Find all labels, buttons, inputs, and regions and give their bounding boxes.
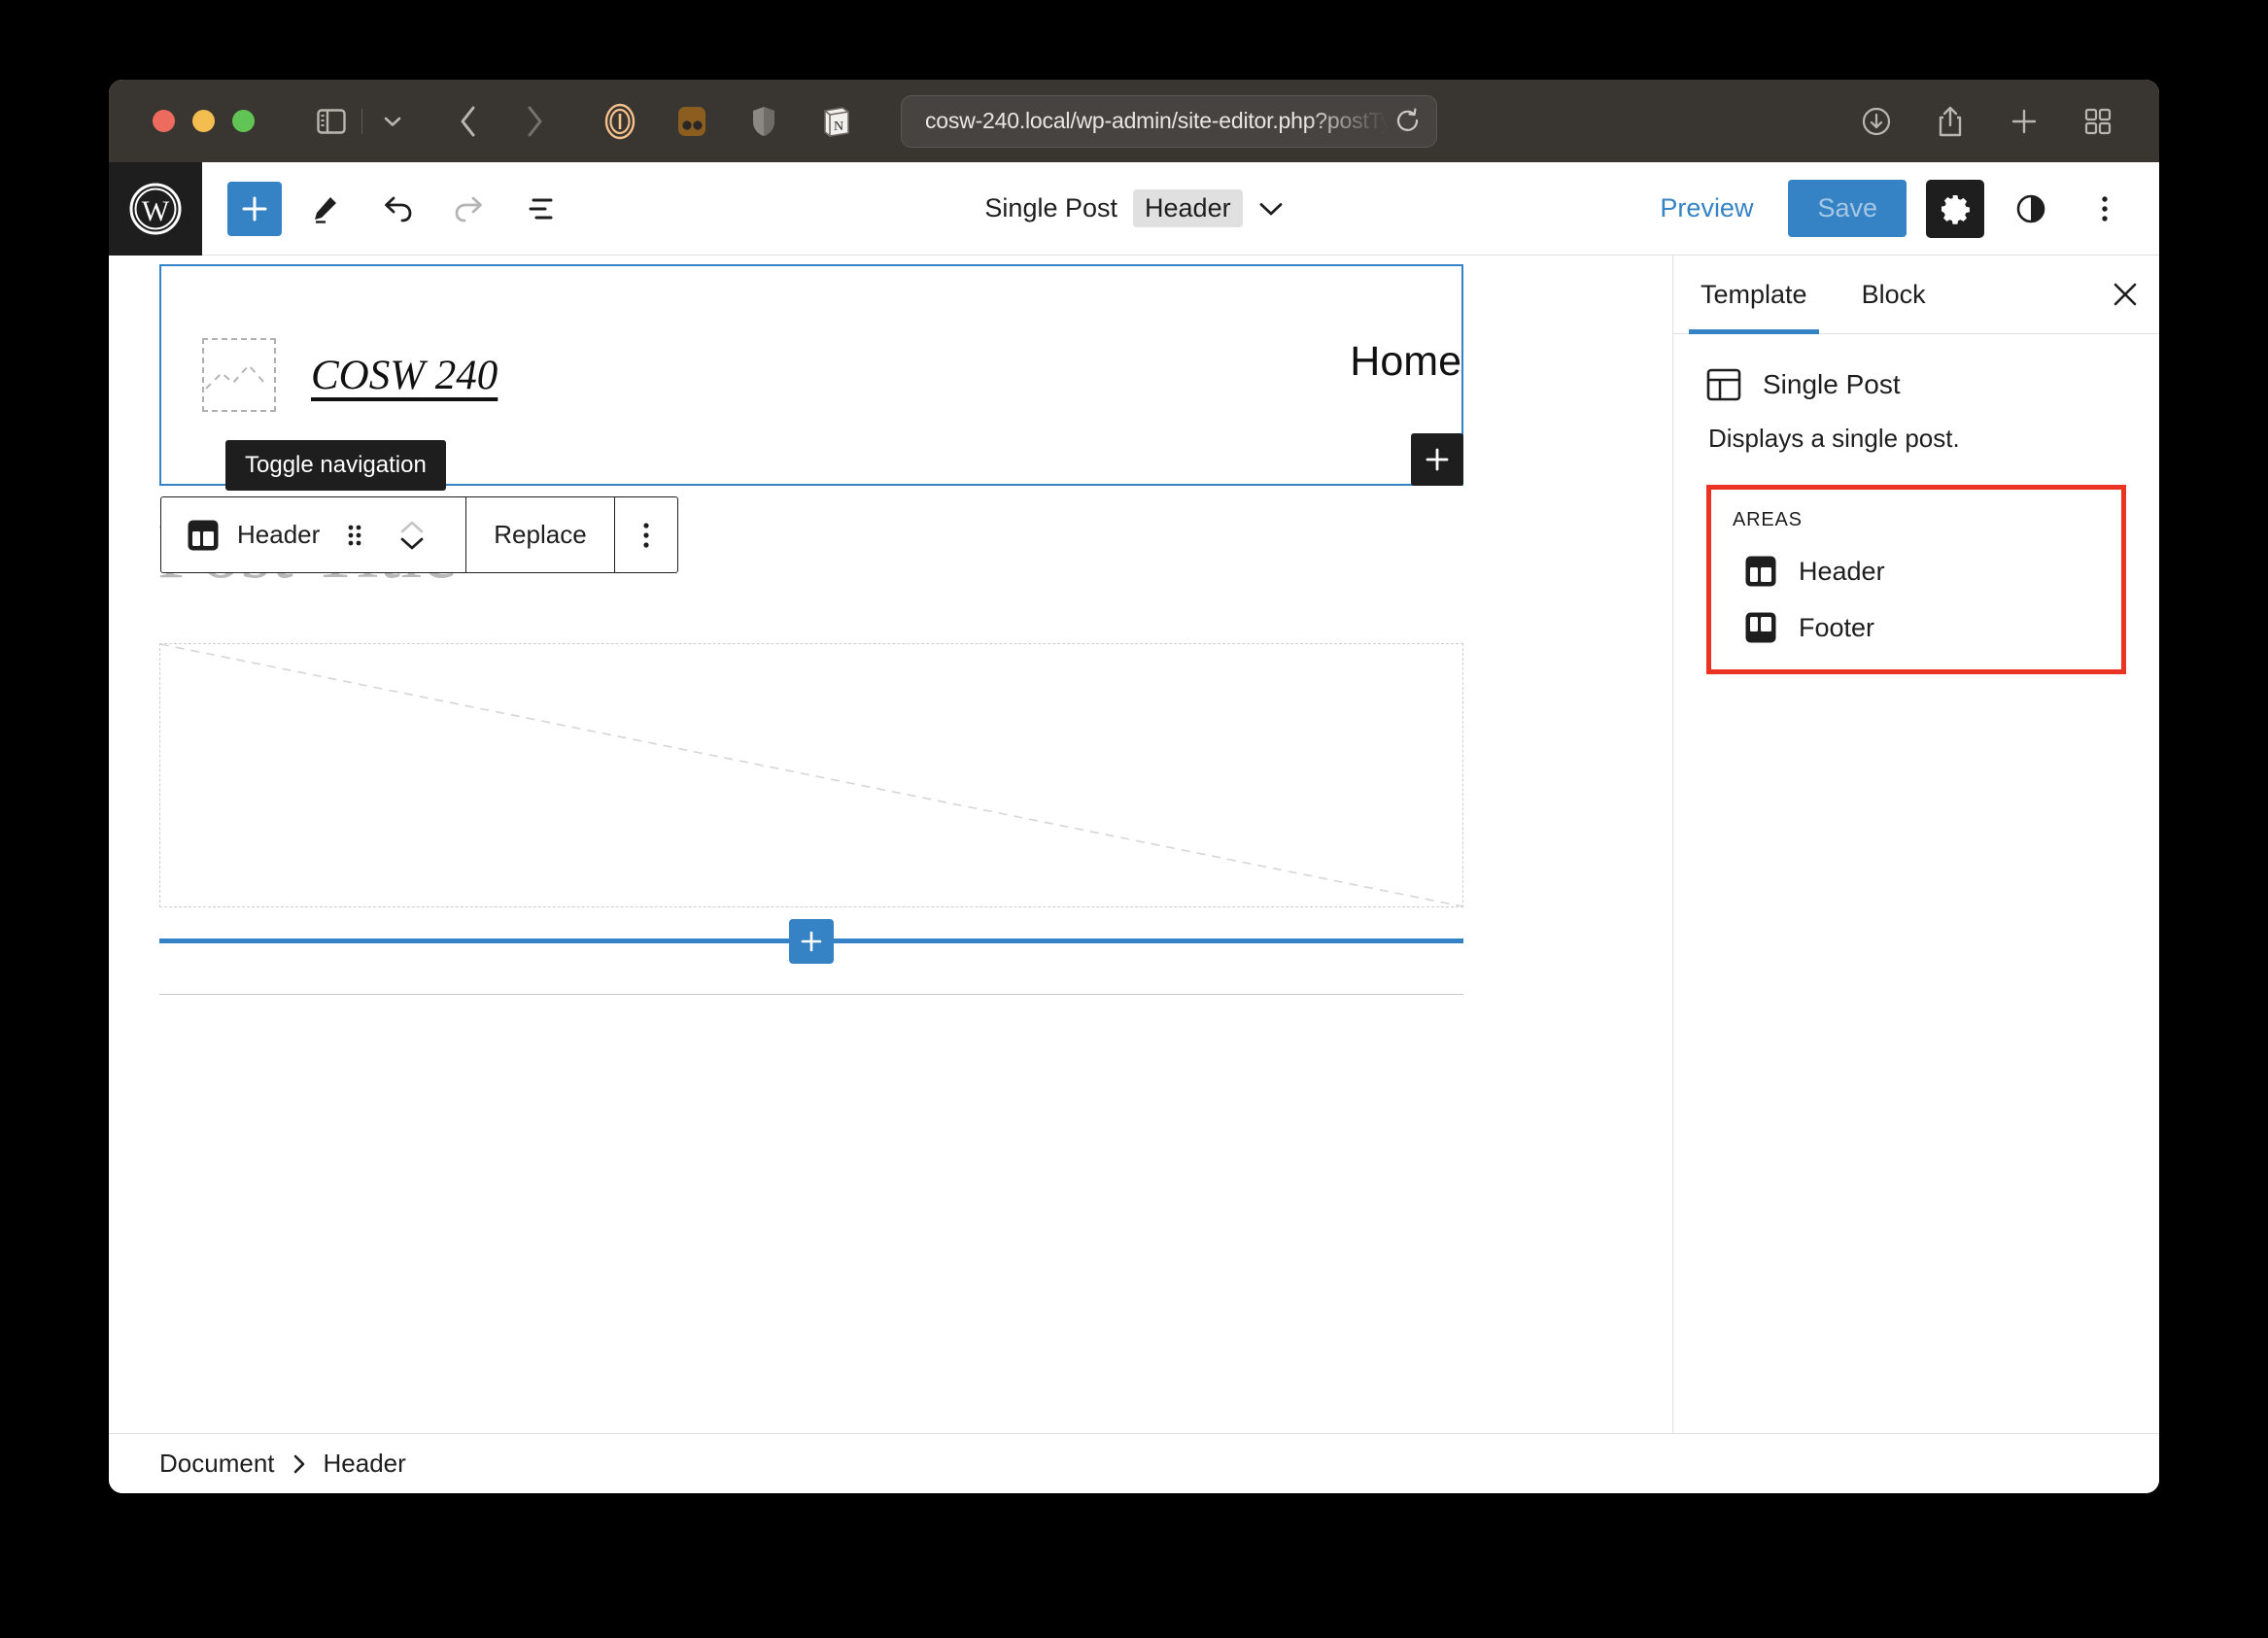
list-view-icon[interactable] xyxy=(511,179,571,239)
1password-icon[interactable] xyxy=(600,101,640,142)
editor-body: COSW 240 Home Post Title Header xyxy=(109,256,2159,1433)
zoom-window-button[interactable] xyxy=(232,110,255,132)
block-inserter-line[interactable] xyxy=(159,918,1463,964)
breadcrumb-item-header[interactable]: Header xyxy=(324,1449,406,1479)
area-item-footer[interactable]: Footer xyxy=(1733,611,2100,644)
editor-canvas[interactable]: COSW 240 Home Post Title Header xyxy=(109,256,1673,1433)
settings-sidebar: Template Block Single Post Displays a si… xyxy=(1673,256,2159,1433)
header-area-icon[interactable] xyxy=(187,519,220,552)
content-divider xyxy=(159,994,1463,995)
areas-heading: AREAS xyxy=(1733,509,1803,530)
contrast-icon[interactable] xyxy=(2004,182,2058,236)
pencil-icon[interactable] xyxy=(295,179,356,239)
tab-template[interactable]: Template xyxy=(1673,256,1835,334)
gear-icon[interactable] xyxy=(1926,179,1984,238)
tab-block[interactable]: Block xyxy=(1835,256,1953,333)
template-icon xyxy=(1706,367,1741,402)
insert-block-button[interactable] xyxy=(789,918,834,964)
area-label: Footer xyxy=(1799,612,1875,642)
toolbar-divider xyxy=(361,108,362,134)
breadcrumb-item-document[interactable]: Document xyxy=(159,1449,275,1479)
chevron-down-icon[interactable] xyxy=(399,536,425,551)
template-panel: Single Post Displays a single post. AREA… xyxy=(1673,334,2159,674)
featured-image-placeholder[interactable] xyxy=(159,643,1463,907)
share-icon[interactable] xyxy=(1930,101,1971,142)
notion-icon[interactable]: N xyxy=(815,101,856,142)
block-toolbar: Header Replace xyxy=(160,496,678,573)
toggle-navigation-tooltip: Toggle navigation xyxy=(225,440,446,491)
url-text: cosw-240.local/wp-admin/site-editor.php?… xyxy=(925,108,1388,133)
nav-link-home[interactable]: Home xyxy=(1350,338,1461,386)
wordpress-logo-icon[interactable]: W xyxy=(109,161,202,256)
redo-icon[interactable] xyxy=(439,179,499,239)
address-bar[interactable]: cosw-240.local/wp-admin/site-editor.php?… xyxy=(901,94,1437,148)
add-block-button[interactable] xyxy=(227,181,282,236)
save-button[interactable]: Save xyxy=(1788,180,1907,237)
page-title: Single Post xyxy=(984,193,1118,222)
append-block-button[interactable] xyxy=(1411,433,1463,486)
close-window-button[interactable] xyxy=(153,110,175,132)
wordpress-site-editor: W Single Post Header Preview Save Toggle… xyxy=(109,161,2159,1493)
editor-tools xyxy=(295,179,571,239)
chevron-up-icon[interactable] xyxy=(399,520,425,534)
area-label: Header xyxy=(1799,556,1885,586)
chevron-right-icon xyxy=(292,1453,306,1475)
block-type-label: Header xyxy=(237,520,321,549)
site-title[interactable]: COSW 240 xyxy=(311,352,498,399)
shield-icon[interactable] xyxy=(743,101,784,142)
reload-icon[interactable] xyxy=(1395,108,1421,135)
window-controls xyxy=(153,110,255,132)
forward-arrow-icon[interactable] xyxy=(514,101,555,142)
sidebar-tablist: Template Block xyxy=(1673,256,2159,334)
chevron-down-icon[interactable] xyxy=(1258,201,1284,217)
area-item-header[interactable]: Header xyxy=(1733,555,2100,588)
more-vertical-icon[interactable] xyxy=(2078,182,2132,236)
svg-text:W: W xyxy=(142,195,170,227)
tab-overview-icon[interactable] xyxy=(2078,101,2118,142)
preview-button[interactable]: Preview xyxy=(1644,184,1769,233)
downloads-icon[interactable] xyxy=(1856,101,1897,142)
svg-text:N: N xyxy=(834,119,843,134)
chevron-down-icon[interactable] xyxy=(372,101,413,142)
undo-icon[interactable] xyxy=(367,179,428,239)
minimize-window-button[interactable] xyxy=(192,110,215,132)
browser-window: N cosw-240.local/wp-admin/site-editor.ph… xyxy=(109,80,2159,1493)
header-area-icon xyxy=(1744,555,1777,588)
new-tab-icon[interactable] xyxy=(2004,101,2045,142)
breadcrumb: Document Header xyxy=(109,1433,2159,1493)
back-arrow-icon[interactable] xyxy=(448,101,489,142)
footer-area-icon xyxy=(1744,611,1777,644)
sidebar-toggle-icon[interactable] xyxy=(311,101,352,142)
bitwarden-icon[interactable] xyxy=(671,101,712,142)
browser-toolbar: N cosw-240.local/wp-admin/site-editor.ph… xyxy=(109,80,2159,162)
more-vertical-icon[interactable] xyxy=(640,520,652,551)
template-name: Single Post xyxy=(1763,369,1901,399)
close-icon[interactable] xyxy=(2091,256,2159,333)
editor-header: W Single Post Header Preview Save xyxy=(109,161,2159,256)
document-area-chip: Header xyxy=(1133,189,1243,227)
template-description: Displays a single post. xyxy=(1708,424,1960,453)
drag-handle-icon[interactable] xyxy=(337,520,372,551)
areas-section: AREAS Header Footer xyxy=(1706,485,2126,674)
replace-button[interactable]: Replace xyxy=(466,520,613,550)
image-placeholder-icon[interactable] xyxy=(202,338,276,412)
